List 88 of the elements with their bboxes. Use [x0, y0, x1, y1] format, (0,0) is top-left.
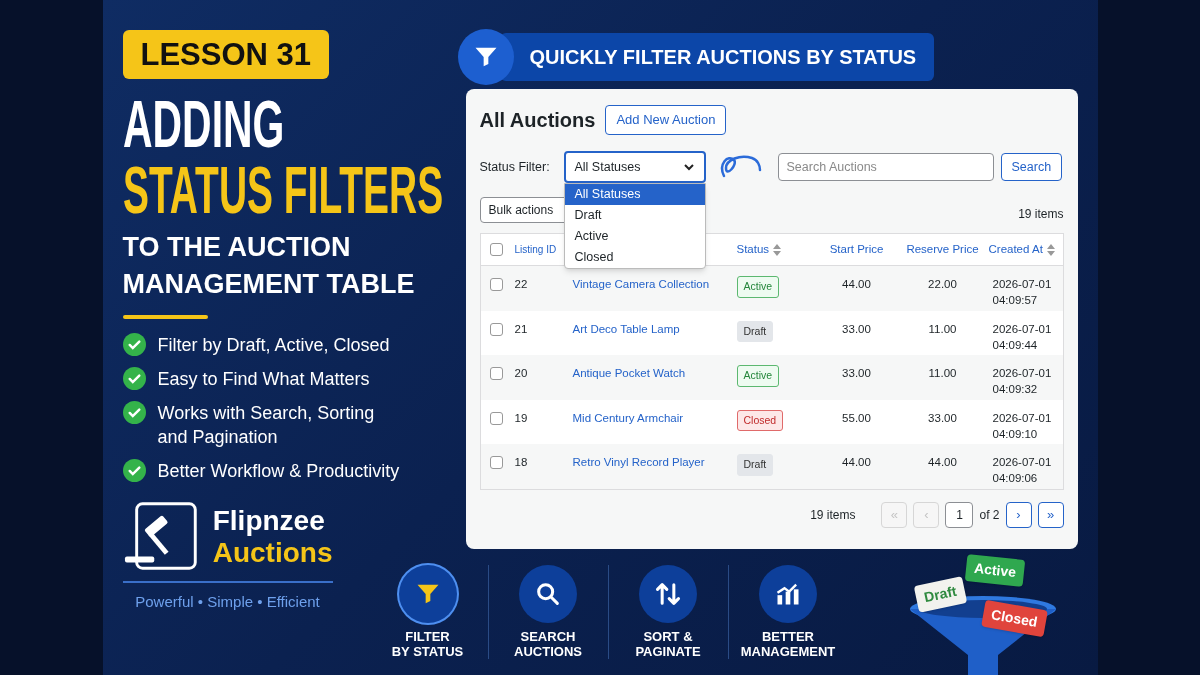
status-select[interactable]: All Statuses: [563, 151, 706, 183]
page-input[interactable]: 1: [945, 501, 974, 528]
page-button[interactable]: »: [1037, 501, 1064, 528]
feature-caption: BY STATUS: [391, 644, 464, 659]
page-button[interactable]: ›: [1005, 501, 1032, 528]
table-cell-text: 44.00: [928, 455, 957, 470]
status-tag: Active: [964, 554, 1025, 587]
table-cell-text: 33.00: [842, 366, 871, 381]
table-cell: 22: [514, 278, 528, 290]
auction-title-link[interactable]: Retro Vinyl Record Player: [572, 456, 705, 468]
table-cell-text: 2026-07-01: [992, 455, 1053, 470]
item-count: 19 items: [810, 506, 856, 524]
sort-arrows-icon: [654, 580, 682, 608]
feature-caption: SEARCH: [520, 629, 576, 644]
table-cell: 20: [514, 367, 528, 379]
filter-label: Status Filter:: [479, 158, 551, 176]
table-cell-text: 2026-07-01: [992, 366, 1053, 381]
feature-text: Works with Search, Sorting and Pagination: [157, 402, 376, 449]
status-tag: Active: [736, 276, 780, 298]
table-cell-text: 11.00: [928, 366, 957, 381]
subtitle: TO THE AUCTION: [122, 231, 352, 264]
status-tag: Draft: [736, 320, 774, 343]
item-count: 19 items: [1018, 206, 1064, 223]
auction-title-link[interactable]: Vintage Camera Collection: [572, 278, 710, 290]
status-tag: Draft: [913, 576, 967, 613]
status-tag: Active: [736, 365, 780, 387]
status-tag: Closed: [736, 409, 784, 432]
dropdown-option[interactable]: Closed: [564, 247, 705, 268]
brand-tagline: Powerful • Simple • Efficient: [135, 592, 320, 612]
checkbox[interactable]: [489, 322, 503, 336]
table-cell: 21: [514, 322, 528, 335]
headline: ADDING: [122, 91, 284, 157]
search-icon: [534, 580, 562, 608]
table-cell-text: 04:09:32: [992, 382, 1039, 397]
checkbox[interactable]: [489, 367, 503, 380]
dropdown-option[interactable]: All Statuses: [564, 184, 705, 205]
feature-text: Better Workflow & Productivity: [157, 460, 401, 483]
column-header[interactable]: Created At: [988, 240, 1043, 259]
table-cell-text: 2026-07-01: [992, 277, 1053, 292]
checkbox[interactable]: [489, 243, 503, 256]
column-header[interactable]: Status: [736, 240, 770, 259]
subtitle: MANAGEMENT TABLE: [122, 268, 416, 301]
add-new-button[interactable]: Add New Auction: [605, 105, 727, 135]
brand-name: Flipnzee: [212, 505, 326, 537]
feature-caption: PAGINATE: [635, 644, 701, 659]
auction-title-link[interactable]: Antique Pocket Watch: [572, 367, 686, 379]
feature-caption: FILTER: [405, 629, 450, 644]
table-cell: 18: [514, 456, 528, 468]
checkbox[interactable]: [489, 411, 503, 425]
headline: STATUS FILTERS: [122, 157, 443, 223]
table-cell-text: 22.00: [928, 277, 957, 292]
status-tag: Draft: [736, 454, 774, 476]
chevron-down-icon: [682, 161, 695, 173]
brand-product: Auctions: [212, 537, 333, 569]
dropdown-option[interactable]: Active: [564, 226, 705, 247]
table-cell-text: 2026-07-01: [992, 321, 1053, 337]
search-button[interactable]: Search: [1000, 153, 1063, 181]
checkbox[interactable]: [489, 278, 503, 291]
table-cell-text: 55.00: [842, 410, 871, 426]
column-header[interactable]: Reserve Price: [906, 240, 979, 259]
feature-text: Easy to Find What Matters: [157, 368, 371, 391]
sort-icon[interactable]: [1046, 243, 1055, 256]
table-cell-text: 04:09:57: [992, 293, 1039, 308]
page-total: of 2: [979, 506, 1000, 524]
feature-caption: AUCTIONS: [514, 644, 582, 659]
sort-icon[interactable]: [773, 243, 782, 256]
column-header[interactable]: Listing ID: [514, 242, 557, 257]
column-header[interactable]: Start Price: [829, 240, 884, 259]
page-title: All Auctions: [479, 108, 596, 133]
table-cell-text: 11.00: [928, 321, 957, 337]
auction-title-link[interactable]: Mid Century Armchair: [572, 411, 684, 424]
feature-caption: SORT &: [643, 629, 693, 644]
table-cell-text: 04:09:06: [992, 471, 1039, 486]
auction-title-link[interactable]: Art Deco Table Lamp: [572, 322, 680, 335]
table-cell-text: 2026-07-01: [992, 410, 1053, 426]
checkbox[interactable]: [489, 456, 503, 469]
table-cell-text: 33.00: [842, 321, 871, 337]
table-cell-text: 44.00: [842, 277, 871, 292]
table-cell-text: 04:09:10: [992, 426, 1039, 442]
feature-text: Filter by Draft, Active, Closed: [157, 334, 391, 357]
table-cell-text: 04:09:44: [992, 337, 1039, 353]
search-field[interactable]: Search Auctions: [777, 153, 994, 181]
lesson-badge: LESSON 31: [122, 30, 330, 79]
table-cell-text: 33.00: [928, 410, 957, 426]
table-cell: 19: [514, 411, 528, 424]
table-cell-text: 44.00: [842, 455, 871, 470]
feature-caption: MANAGEMENT: [740, 644, 836, 659]
feature-caption: BETTER: [762, 629, 814, 644]
